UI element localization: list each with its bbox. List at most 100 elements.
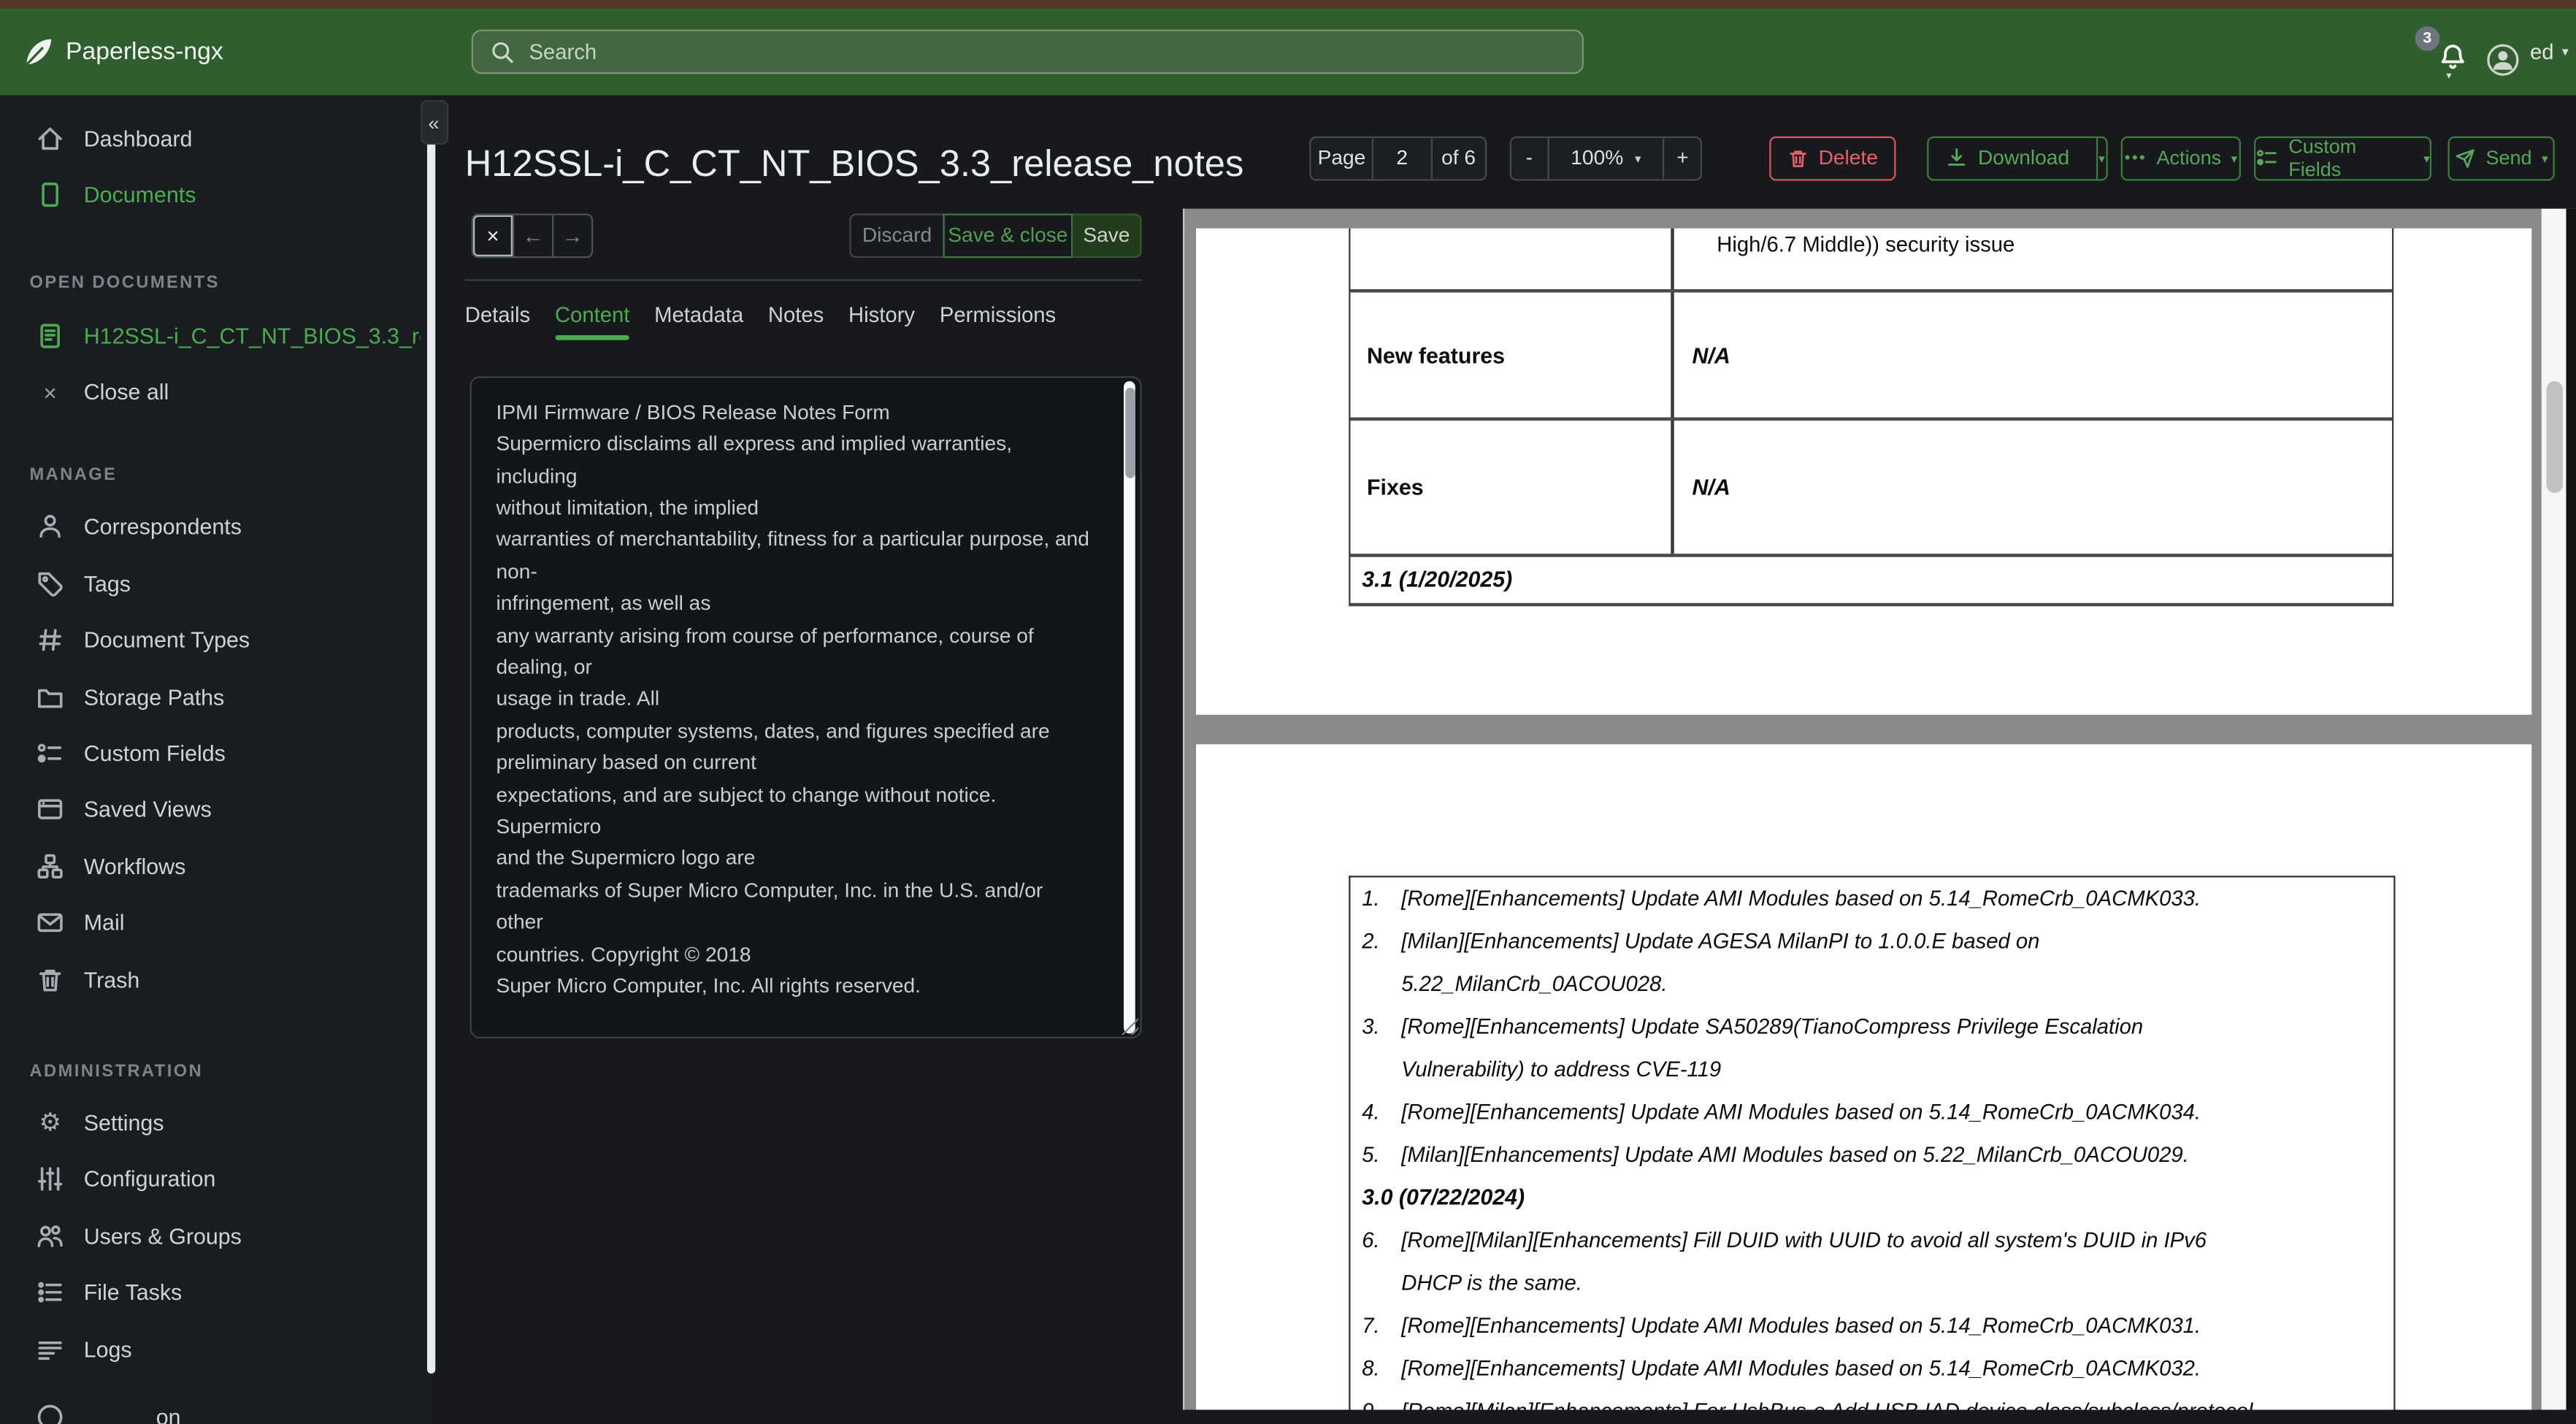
zoom-level-select[interactable]: 100% ▾: [1546, 137, 1663, 179]
custom-fields-label: Custom Fields: [2288, 135, 2357, 182]
save-button[interactable]: Save: [1073, 213, 1142, 258]
home-icon: [37, 126, 64, 153]
gear-icon: ⚙: [39, 1109, 61, 1137]
sidebar-item-label: Correspondents: [83, 515, 242, 540]
sidebar-item-custom-fields[interactable]: Custom Fields: [0, 725, 432, 781]
sidebar-item-label: Dashboard: [83, 126, 193, 152]
sidebar-item-workflows[interactable]: Workflows: [0, 838, 432, 895]
users-icon: [37, 1222, 64, 1250]
sidebar-item-configuration[interactable]: Configuration: [0, 1152, 432, 1208]
sidebar-item-file-tasks[interactable]: File Tasks: [0, 1264, 432, 1320]
table-row-version: 3.1 (1/20/2025): [1350, 556, 2392, 606]
main-content: H12SSL-i_C_CT_NT_BIOS_3.3_release_notes …: [432, 95, 2576, 1424]
tab-details[interactable]: Details: [465, 302, 530, 340]
tab-notes[interactable]: Notes: [768, 302, 824, 340]
manage-header: MANAGE: [29, 464, 118, 485]
page-number-input[interactable]: [1373, 137, 1430, 179]
pdf-page-2: 1. [Rome][Enhancements] Update AMI Modul…: [1196, 743, 2532, 1410]
version-heading: 3.0 (07/22/2024): [1362, 1184, 1525, 1209]
search-input[interactable]: [473, 30, 1582, 72]
sidebar-item-label: Logs: [83, 1336, 132, 1362]
documents-icon: [37, 181, 64, 209]
list-item: 2. [Milan][Enhancements] Update AGESA Mi…: [1362, 927, 2040, 996]
tab-content[interactable]: Content: [554, 302, 629, 340]
download-dropdown-button[interactable]: ▾: [2096, 137, 2106, 179]
document-nav-group: × ← →: [471, 213, 594, 258]
document-tabs: Details Content Metadata Notes History P…: [465, 302, 1056, 340]
zoom-in-button[interactable]: +: [1663, 137, 1701, 179]
sidebar-item-correspondents[interactable]: Correspondents: [0, 499, 432, 556]
pdf-preview-pane[interactable]: High/6.7 Middle)) security issue New fea…: [1183, 208, 2576, 1410]
sidebar-scrollbar[interactable]: [427, 102, 436, 1374]
sidebar-item-label: File Tasks: [83, 1280, 183, 1305]
download-split-button: Download ▾: [1927, 136, 2108, 181]
previous-document-button[interactable]: ←: [513, 215, 552, 256]
sidebar-item-label: Saved Views: [83, 797, 212, 822]
tab-permissions[interactable]: Permissions: [940, 302, 1056, 340]
save-buttons-group: Discard Save & close Save: [849, 213, 1142, 258]
sidebar-item-saved-views[interactable]: Saved Views: [0, 781, 432, 838]
notifications-button[interactable]: 3 ▾: [2415, 26, 2478, 83]
tab-history[interactable]: History: [848, 302, 915, 340]
row-label: New features: [1367, 342, 1506, 367]
custom-fields-icon: [2255, 147, 2279, 170]
document-title: H12SSL-i_C_CT_NT_BIOS_3.3_release_notes: [464, 142, 1244, 184]
sidebar-item-users-groups[interactable]: Users & Groups: [0, 1208, 432, 1264]
user-avatar-icon[interactable]: [2485, 42, 2520, 77]
brand-title: Paperless-ngx: [66, 37, 223, 66]
sidebar-item-label: Custom Fields: [83, 740, 226, 766]
page-total-label: of 6: [1430, 137, 1485, 179]
sidebar-item-trash[interactable]: Trash: [0, 952, 432, 1008]
list-item: 7. [Rome][Enhancements] Update AMI Modul…: [1362, 1312, 2201, 1338]
close-icon: ×: [43, 379, 57, 406]
sidebar-item-tags[interactable]: Tags: [0, 556, 432, 612]
pdf-scrollbar-thumb[interactable]: [2545, 380, 2562, 493]
custom-fields-icon: [37, 740, 64, 767]
discard-button[interactable]: Discard: [849, 213, 943, 258]
textarea-scrollbar[interactable]: [1124, 380, 1135, 1033]
pdf-scrollbar[interactable]: [2541, 208, 2567, 1410]
send-button[interactable]: Send ▾: [2447, 136, 2555, 181]
sidebar-item-documents[interactable]: Documents: [0, 167, 432, 223]
sidebar-item-document-types[interactable]: Document Types: [0, 612, 432, 668]
user-menu[interactable]: ed ▾: [2530, 7, 2569, 94]
sidebar-item-label: Configuration: [83, 1167, 216, 1193]
open-documents-header: OPEN DOCUMENTS: [29, 272, 220, 293]
actions-caret-icon: ▾: [2231, 150, 2238, 166]
zoom-out-button[interactable]: -: [1511, 138, 1547, 179]
sidebar-collapse-button[interactable]: «: [419, 100, 448, 145]
sidebar-item-settings[interactable]: ⚙ Settings: [0, 1095, 432, 1151]
hash-icon: [37, 627, 64, 654]
delete-button[interactable]: Delete: [1769, 136, 1896, 181]
sidebar-item-storage-paths[interactable]: Storage Paths: [0, 669, 432, 725]
actions-button[interactable]: ••• Actions ▾: [2120, 136, 2241, 181]
sidebar-item-documentation-partial[interactable]: on: [0, 1389, 432, 1424]
table-row-partial: High/6.7 Middle)) security issue: [1350, 228, 2392, 293]
administration-header: ADMINISTRATION: [29, 1062, 204, 1082]
sidebar-close-all[interactable]: × Close all: [0, 364, 432, 421]
custom-fields-button[interactable]: Custom Fields ▾: [2254, 135, 2431, 182]
sidebar-item-label: Workflows: [83, 854, 186, 879]
sidebar-item-dashboard[interactable]: Dashboard: [0, 112, 432, 168]
sidebar-item-label: Users & Groups: [83, 1223, 242, 1249]
send-caret-icon: ▾: [2542, 150, 2548, 166]
list-item: 8. [Rome][Enhancements] Update AMI Modul…: [1362, 1355, 2201, 1380]
trash-icon: [37, 965, 64, 993]
next-document-button[interactable]: →: [552, 215, 591, 256]
sidebar-item-mail[interactable]: Mail: [0, 895, 432, 951]
globe-icon: [37, 1403, 64, 1424]
sidebar-item-label: Mail: [83, 910, 125, 935]
close-all-label: Close all: [83, 380, 169, 405]
close-document-button[interactable]: ×: [473, 215, 513, 256]
sidebar-item-logs[interactable]: Logs: [0, 1321, 432, 1377]
sidebar: Dashboard Documents OPEN DOCUMENTS H12SS…: [0, 95, 432, 1424]
textarea-scrollbar-thumb[interactable]: [1124, 387, 1135, 478]
changes-list-box: 1. [Rome][Enhancements] Update AMI Modul…: [1349, 875, 2396, 1410]
sidebar-open-document[interactable]: H12SSL-i_C_CT_NT_BIOS_3.3_rel...: [0, 309, 432, 365]
global-search[interactable]: [471, 28, 1584, 74]
send-icon: [2455, 148, 2476, 169]
content-textarea[interactable]: IPMI Firmware / BIOS Release Notes Form …: [469, 375, 1142, 1038]
tab-metadata[interactable]: Metadata: [654, 302, 743, 340]
download-button[interactable]: Download: [1929, 138, 2086, 179]
save-and-close-button[interactable]: Save & close: [943, 213, 1073, 258]
